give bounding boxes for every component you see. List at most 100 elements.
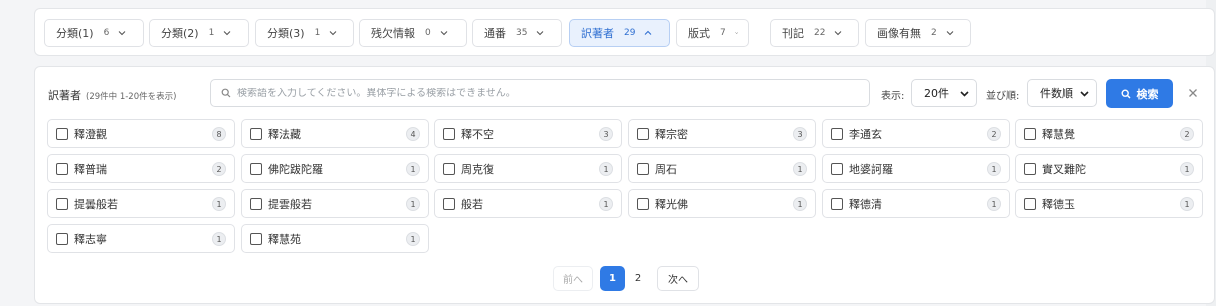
facet-tab[interactable]: 分類(2) 1 (149, 19, 249, 47)
checkbox[interactable] (1024, 162, 1036, 175)
count-badge: 1 (406, 162, 420, 176)
checkbox[interactable] (56, 197, 68, 210)
chevron-down-icon (537, 31, 544, 36)
author-option[interactable]: 佛陀跋陀羅 1 (241, 154, 429, 183)
author-option[interactable]: 釋普瑞 2 (47, 154, 235, 183)
count-badge: 1 (406, 232, 420, 246)
checkbox[interactable] (443, 127, 455, 140)
facet-bar: 分類(1) 6 分類(2) 1 分類(3) 1 残欠情報 0 通番 35 訳著者 29 版式… (34, 8, 1215, 56)
count-badge: 1 (987, 197, 1001, 211)
author-name: 釋法藏 (268, 127, 301, 141)
facet-tab[interactable]: 版式 7 (676, 19, 749, 47)
facet-tab-active[interactable]: 訳著者 29 (569, 19, 670, 47)
search-button-label: 検索 (1136, 87, 1159, 101)
sort-order-value: 件数順 (1040, 87, 1073, 100)
checkbox[interactable] (637, 127, 649, 140)
chevron-down-icon (835, 31, 842, 36)
facet-panel: 訳著者 (29件中 1-20件を表示) 表示: 20件 並び順: 件数順 検索 釋… (34, 66, 1215, 304)
checkbox[interactable] (831, 127, 843, 140)
facet-count: 35 (516, 28, 528, 38)
count-badge: 1 (1180, 197, 1194, 211)
checkbox[interactable] (831, 197, 843, 210)
author-option[interactable]: 釋慧苑 1 (241, 224, 429, 253)
author-option[interactable]: 釋宗密 3 (628, 119, 816, 148)
author-name: 釋慧苑 (268, 232, 301, 246)
facet-label: 分類(2) (161, 27, 199, 40)
chevron-down-icon (960, 90, 969, 97)
author-option[interactable]: 釋德清 1 (822, 189, 1010, 218)
author-option[interactable]: 釋志寧 1 (47, 224, 235, 253)
search-icon (221, 88, 231, 98)
facet-tab[interactable]: 画像有無 2 (865, 19, 971, 47)
facet-count: 2 (931, 28, 937, 38)
count-badge: 1 (1180, 162, 1194, 176)
next-page-button[interactable]: 次へ (657, 266, 699, 291)
author-name: 地婆訶羅 (849, 162, 893, 176)
checkbox[interactable] (250, 162, 262, 175)
checkbox[interactable] (637, 162, 649, 175)
author-option[interactable]: 釋德玉 1 (1015, 189, 1203, 218)
author-option[interactable]: 地婆訶羅 1 (822, 154, 1010, 183)
facet-tab[interactable]: 分類(1) 6 (44, 19, 144, 47)
author-name: 釋德玉 (1042, 197, 1075, 211)
checkbox[interactable] (56, 127, 68, 140)
facet-count: 29 (624, 28, 636, 38)
facet-tab[interactable]: 刊記 22 (770, 19, 859, 47)
sort-order-select[interactable]: 件数順 (1027, 79, 1097, 107)
author-option[interactable]: 釋光佛 1 (628, 189, 816, 218)
search-box[interactable] (210, 79, 870, 107)
search-button[interactable]: 検索 (1106, 79, 1173, 108)
chevron-down-icon (734, 32, 738, 34)
count-badge: 8 (212, 127, 226, 141)
prev-page-button[interactable]: 前へ (553, 266, 593, 291)
chevron-down-icon (440, 31, 448, 36)
checkbox[interactable] (831, 162, 843, 175)
author-option[interactable]: 提雲般若 1 (241, 189, 429, 218)
checkbox[interactable] (56, 162, 68, 175)
display-count-select[interactable]: 20件 (911, 79, 977, 107)
author-option[interactable]: 實叉難陀 1 (1015, 154, 1203, 183)
facet-label: 版式 (688, 27, 710, 40)
author-option[interactable]: 釋法藏 4 (241, 119, 429, 148)
author-option[interactable]: 般若 1 (434, 189, 622, 218)
facet-tab[interactable]: 残欠情報 0 (359, 19, 467, 47)
checkbox[interactable] (443, 197, 455, 210)
facet-label: 訳著者 (581, 27, 614, 40)
author-name: 李通玄 (849, 127, 882, 141)
page-button[interactable]: 2 (627, 266, 649, 291)
count-badge: 1 (406, 197, 420, 211)
page-button-current[interactable]: 1 (600, 266, 625, 291)
author-option[interactable]: 提曇般若 1 (47, 189, 235, 218)
chevron-down-icon (946, 31, 954, 36)
search-input[interactable] (237, 87, 837, 99)
facet-count: 0 (425, 28, 431, 38)
checkbox[interactable] (250, 127, 262, 140)
facet-count: 1 (314, 28, 321, 38)
author-option[interactable]: 周石 1 (628, 154, 816, 183)
author-option[interactable]: 釋不空 3 (434, 119, 622, 148)
author-name: 提雲般若 (268, 197, 312, 211)
facet-count: 22 (814, 28, 826, 38)
facet-count: 7 (720, 28, 726, 38)
checkbox[interactable] (443, 162, 455, 175)
close-icon[interactable] (1186, 86, 1200, 100)
checkbox[interactable] (250, 197, 262, 210)
facet-tab[interactable]: 通番 35 (472, 19, 562, 47)
checkbox[interactable] (637, 197, 649, 210)
author-option[interactable]: 李通玄 2 (822, 119, 1010, 148)
checkbox[interactable] (250, 232, 262, 245)
count-badge: 3 (599, 127, 613, 141)
checkbox[interactable] (56, 232, 68, 245)
author-option[interactable]: 周克復 1 (434, 154, 622, 183)
author-name: 釋澄觀 (74, 127, 107, 141)
count-badge: 1 (212, 197, 226, 211)
author-option[interactable]: 釋澄觀 8 (47, 119, 235, 148)
count-badge: 1 (793, 162, 807, 176)
facet-tab[interactable]: 分類(3) 1 (255, 19, 354, 47)
panel-subtitle: (29件中 1-20件を表示) (86, 92, 177, 102)
author-option[interactable]: 釋慧覺 2 (1015, 119, 1203, 148)
count-badge: 3 (793, 127, 807, 141)
checkbox[interactable] (1024, 127, 1036, 140)
search-icon (1120, 88, 1130, 98)
checkbox[interactable] (1024, 197, 1036, 210)
